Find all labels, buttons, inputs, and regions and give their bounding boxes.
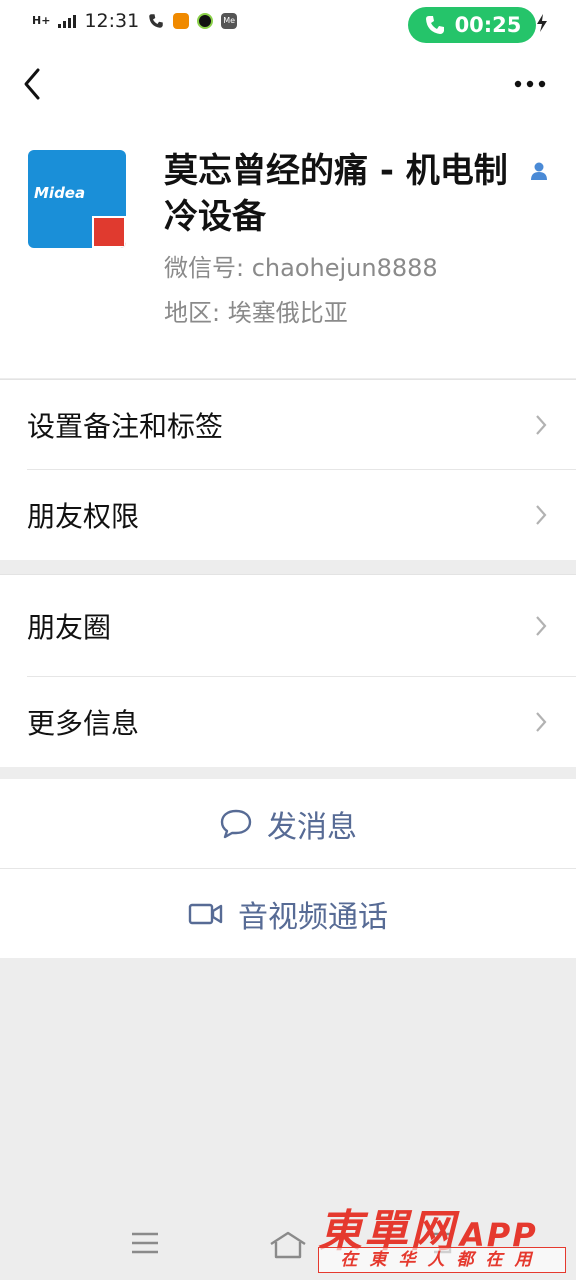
region: 地区: 埃塞俄比亚	[164, 299, 348, 327]
chat-bubble-icon	[220, 809, 252, 838]
status-bar: H+ 12:31 Me 00:25	[0, 0, 576, 48]
video-camera-icon	[188, 903, 223, 924]
contact-badge-icon	[531, 162, 547, 180]
avatar[interactable]: Midea	[28, 150, 126, 248]
signal-icon	[58, 14, 77, 28]
more-options-icon[interactable]	[510, 70, 550, 98]
clock: 12:31	[84, 10, 140, 32]
chevron-right-icon	[536, 415, 547, 435]
profile-header: Midea 莫忘曾经的痛 - 机电制冷设备 微信号: chaohejun8888…	[0, 120, 576, 378]
menu-icon[interactable]	[130, 1230, 160, 1256]
video-call-label: 音视频通话	[238, 899, 388, 935]
phone-icon	[425, 16, 444, 34]
row-label: 更多信息	[27, 707, 140, 740]
battery-charging-icon	[537, 14, 547, 32]
remark-tags-row[interactable]: 设置备注和标签	[0, 380, 576, 470]
more-info-row[interactable]: 更多信息	[0, 677, 576, 767]
row-label: 朋友圈	[27, 611, 112, 644]
call-timer: 00:25	[454, 13, 522, 37]
watermark: 東單网 APP 在東华人都在用	[318, 1195, 568, 1277]
home-icon[interactable]	[268, 1230, 308, 1260]
friend-permissions-row[interactable]: 朋友权限	[0, 470, 576, 560]
send-message-label: 发消息	[267, 809, 357, 845]
chevron-right-icon	[536, 616, 547, 636]
video-call-button[interactable]: 音视频通话	[0, 869, 576, 958]
chevron-right-icon	[536, 712, 547, 732]
contact-name: 莫忘曾经的痛 - 机电制冷设备	[164, 151, 508, 237]
app-notification-icon	[197, 13, 214, 29]
row-label: 设置备注和标签	[27, 410, 224, 443]
moments-row[interactable]: 朋友圈	[0, 575, 576, 677]
ongoing-call-pill[interactable]: 00:25	[408, 7, 536, 43]
avatar-logo: Midea	[34, 184, 86, 202]
info-group: 朋友圈 更多信息	[0, 574, 576, 767]
app-notification-icon: Me	[221, 13, 238, 29]
watermark-slogan: 在東华人都在用	[318, 1247, 566, 1273]
wechat-id: 微信号: chaohejun8888	[164, 254, 438, 282]
app-notification-icon	[173, 13, 190, 29]
network-type: H+	[32, 14, 51, 27]
row-label: 朋友权限	[27, 500, 140, 533]
flag-icon	[92, 216, 126, 248]
back-arrow-icon[interactable]	[18, 66, 48, 102]
top-bar	[0, 48, 576, 120]
phone-icon	[149, 14, 163, 28]
chevron-right-icon	[536, 505, 547, 525]
send-message-button[interactable]: 发消息	[0, 779, 576, 868]
settings-group: 设置备注和标签 朋友权限	[0, 379, 576, 560]
